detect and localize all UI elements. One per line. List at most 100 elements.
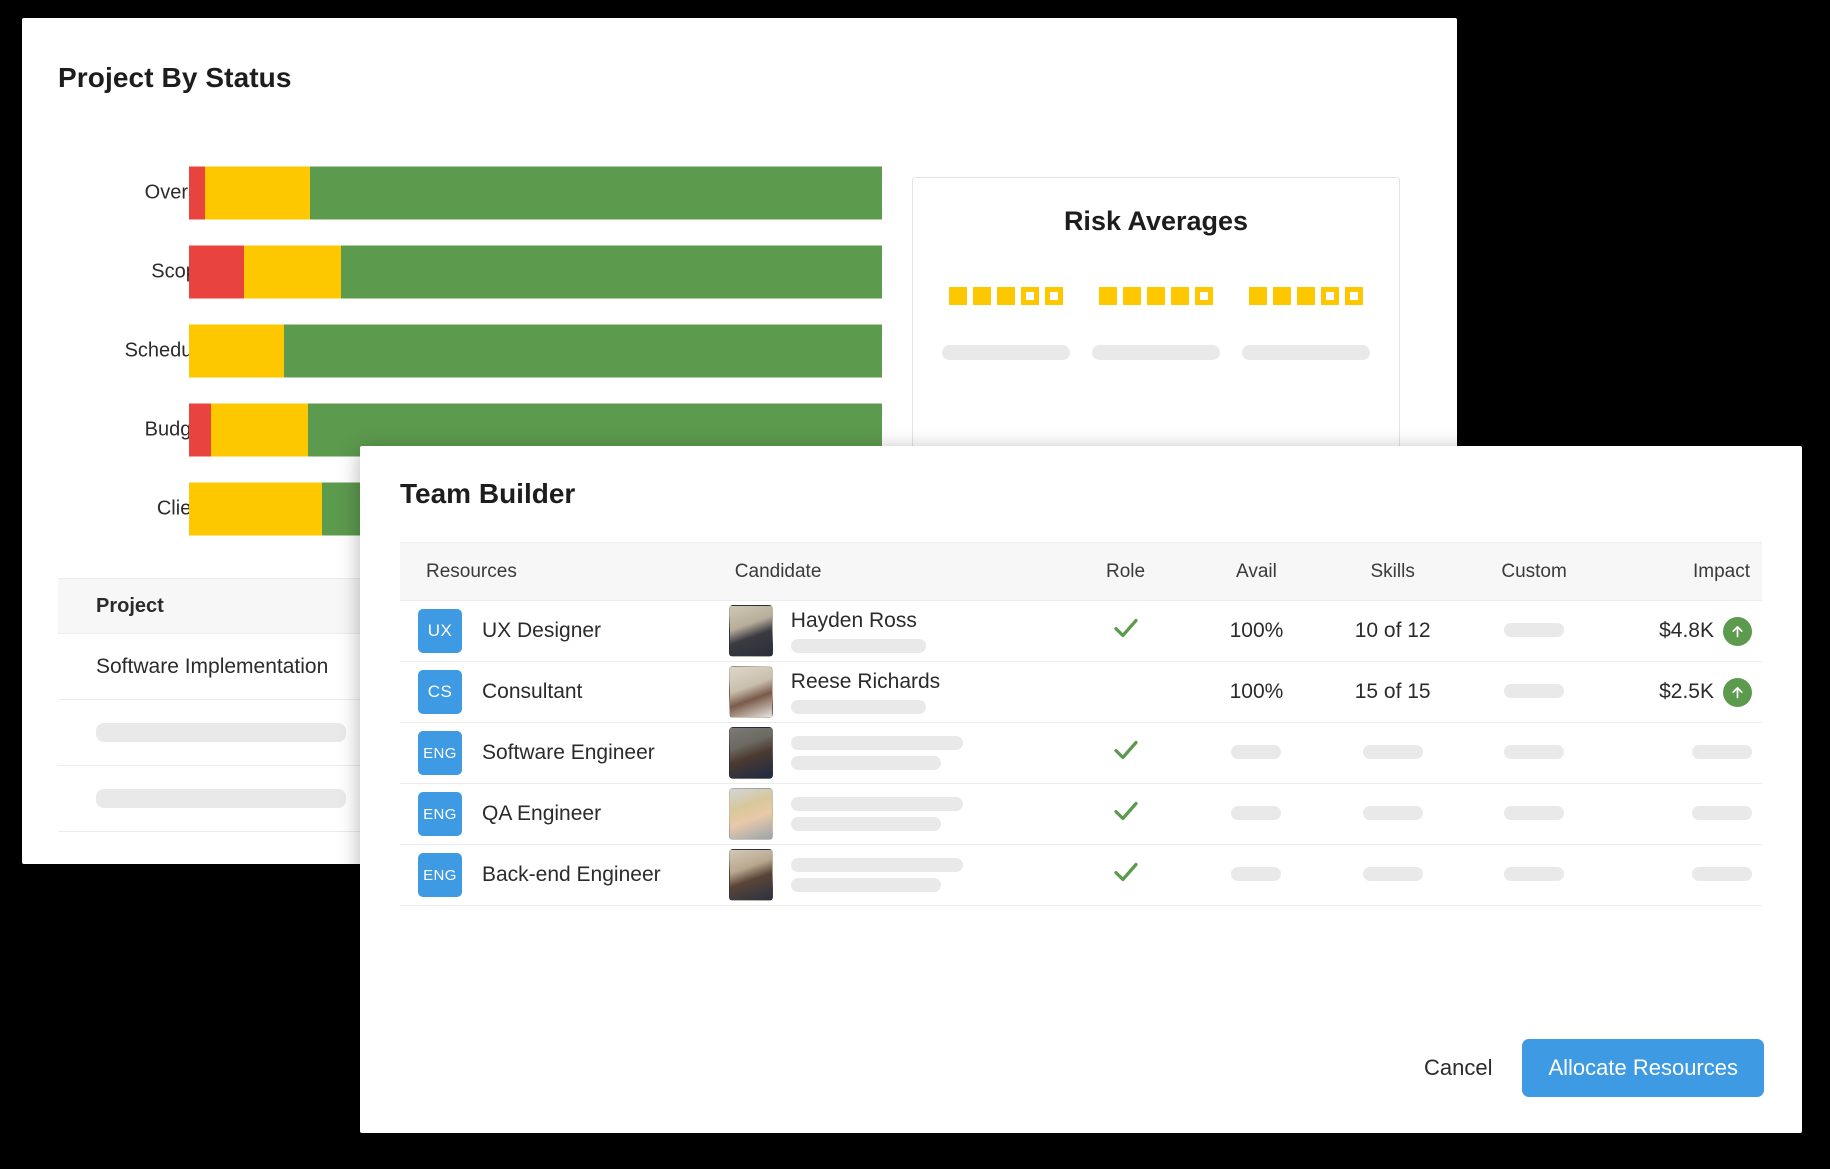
placeholder-bar bbox=[790, 878, 941, 892]
placeholder-bar bbox=[1242, 345, 1370, 360]
resource-type-badge: UX bbox=[418, 609, 462, 653]
cell-candidate: Reese Richards bbox=[724, 661, 1061, 723]
cell-role bbox=[1060, 600, 1191, 662]
arrow-up-icon bbox=[1723, 616, 1752, 646]
cell-skills bbox=[1321, 783, 1464, 845]
impact-value: $4.8K bbox=[1659, 619, 1714, 642]
placeholder-bar bbox=[1504, 806, 1565, 820]
bar-segment-yellow bbox=[243, 245, 342, 298]
bar-segment-red bbox=[189, 245, 244, 298]
placeholder-bar bbox=[1504, 684, 1565, 698]
cell-resource: CS Consultant bbox=[400, 661, 725, 723]
cell-avail bbox=[1190, 783, 1322, 845]
placeholder-bar bbox=[790, 756, 941, 770]
risk-rating-group bbox=[1231, 287, 1381, 360]
risk-rating-group bbox=[931, 287, 1081, 360]
rating-square-filled-icon bbox=[949, 287, 967, 305]
resource-label: Back-end Engineer bbox=[482, 863, 661, 886]
placeholder-bar bbox=[790, 858, 963, 872]
rating-square-filled-icon bbox=[1123, 287, 1141, 305]
bar-segment-yellow bbox=[189, 482, 323, 535]
cell-resource: ENG Back-end Engineer bbox=[400, 844, 725, 906]
page-title: Project By Status bbox=[58, 62, 292, 93]
cell-custom bbox=[1463, 844, 1605, 906]
placeholder-bar bbox=[1231, 806, 1282, 820]
bar-segment-green bbox=[283, 324, 882, 377]
table-header-row: Resources Candidate Role Avail Skills Cu… bbox=[400, 542, 1762, 601]
placeholder-bar bbox=[790, 639, 926, 653]
allocate-resources-button[interactable]: Allocate Resources bbox=[1522, 1039, 1764, 1097]
risk-averages-title: Risk Averages bbox=[1063, 206, 1249, 236]
placeholder-bar bbox=[1362, 867, 1423, 881]
skills-value: 10 of 12 bbox=[1354, 619, 1431, 642]
modal-title: Team Builder bbox=[400, 478, 576, 509]
rating-square-hollow-icon bbox=[1021, 287, 1039, 305]
resource-label: UX Designer bbox=[482, 619, 602, 642]
rating-squares bbox=[1249, 287, 1363, 305]
bar-segment-red bbox=[189, 403, 212, 456]
column-header-candidate[interactable]: Candidate bbox=[724, 542, 1061, 601]
table-row[interactable]: CS Consultant Reese Richards 100% 15 of 15 $2… bbox=[400, 661, 1762, 723]
avatar bbox=[728, 666, 773, 718]
check-icon bbox=[1111, 740, 1141, 770]
check-icon bbox=[1111, 618, 1141, 648]
column-header-role[interactable]: Role bbox=[1060, 542, 1191, 601]
check-icon bbox=[1111, 862, 1141, 892]
table-row[interactable]: UX UX Designer Hayden Ross 100% 10 of 12 $4.8… bbox=[400, 600, 1762, 662]
placeholder-bar bbox=[1692, 745, 1752, 759]
skills-value: 15 of 15 bbox=[1354, 680, 1431, 703]
cell-avail bbox=[1190, 722, 1322, 784]
column-header-avail[interactable]: Avail bbox=[1190, 542, 1322, 601]
candidate-name: Hayden Ross bbox=[790, 609, 917, 632]
cell-avail bbox=[1190, 844, 1322, 906]
placeholder-bar bbox=[1504, 623, 1565, 637]
avatar bbox=[728, 727, 773, 779]
resource-label: Software Engineer bbox=[482, 741, 655, 764]
rating-squares bbox=[1099, 287, 1213, 305]
rating-square-filled-icon bbox=[1297, 287, 1315, 305]
placeholder-bar bbox=[942, 345, 1070, 360]
placeholder-bar bbox=[790, 736, 963, 750]
cell-skills: 10 of 12 bbox=[1321, 600, 1464, 662]
avatar bbox=[728, 605, 773, 657]
rating-square-filled-icon bbox=[1147, 287, 1165, 305]
avail-value: 100% bbox=[1229, 619, 1284, 642]
team-builder-modal: Team Builder Resources Candidate Role Av… bbox=[360, 446, 1802, 1133]
cell-custom bbox=[1463, 722, 1605, 784]
stacked-bar bbox=[189, 324, 882, 377]
cell-candidate bbox=[724, 722, 1061, 784]
stacked-bar bbox=[189, 245, 882, 298]
column-header-resources[interactable]: Resources bbox=[400, 542, 725, 601]
table-row[interactable]: ENG Back-end Engineer bbox=[400, 844, 1762, 906]
placeholder-bar bbox=[1362, 806, 1423, 820]
resource-label: Consultant bbox=[482, 680, 583, 703]
avail-value: 100% bbox=[1229, 680, 1284, 703]
bar-segment-red bbox=[189, 166, 205, 219]
cell-resource: ENG QA Engineer bbox=[400, 783, 725, 845]
column-header-impact[interactable]: Impact bbox=[1604, 542, 1762, 601]
table-row[interactable]: ENG Software Engineer bbox=[400, 722, 1762, 784]
rating-square-hollow-icon bbox=[1321, 287, 1339, 305]
cell-impact bbox=[1604, 844, 1762, 906]
placeholder-bar bbox=[790, 797, 963, 811]
check-icon bbox=[1111, 801, 1141, 831]
resource-type-badge: CS bbox=[418, 670, 462, 714]
risk-rating-groups bbox=[913, 287, 1399, 360]
resource-type-badge: ENG bbox=[418, 731, 462, 775]
placeholder-bar bbox=[1362, 745, 1423, 759]
placeholder-bar bbox=[1092, 345, 1220, 360]
placeholder-bar bbox=[1504, 867, 1565, 881]
cell-role bbox=[1060, 661, 1191, 723]
modal-actions: Cancel Allocate Resources bbox=[1424, 1039, 1764, 1097]
column-header-skills[interactable]: Skills bbox=[1321, 542, 1464, 601]
cell-candidate bbox=[724, 783, 1061, 845]
cell-role bbox=[1060, 844, 1191, 906]
cell-skills bbox=[1321, 722, 1464, 784]
impact-value: $2.5K bbox=[1659, 680, 1714, 703]
table-row[interactable]: ENG QA Engineer bbox=[400, 783, 1762, 845]
column-header-custom[interactable]: Custom bbox=[1463, 542, 1605, 601]
arrow-up-icon bbox=[1723, 677, 1752, 707]
cell-custom bbox=[1463, 600, 1605, 662]
cell-role bbox=[1060, 722, 1191, 784]
cancel-button[interactable]: Cancel bbox=[1424, 1055, 1492, 1081]
